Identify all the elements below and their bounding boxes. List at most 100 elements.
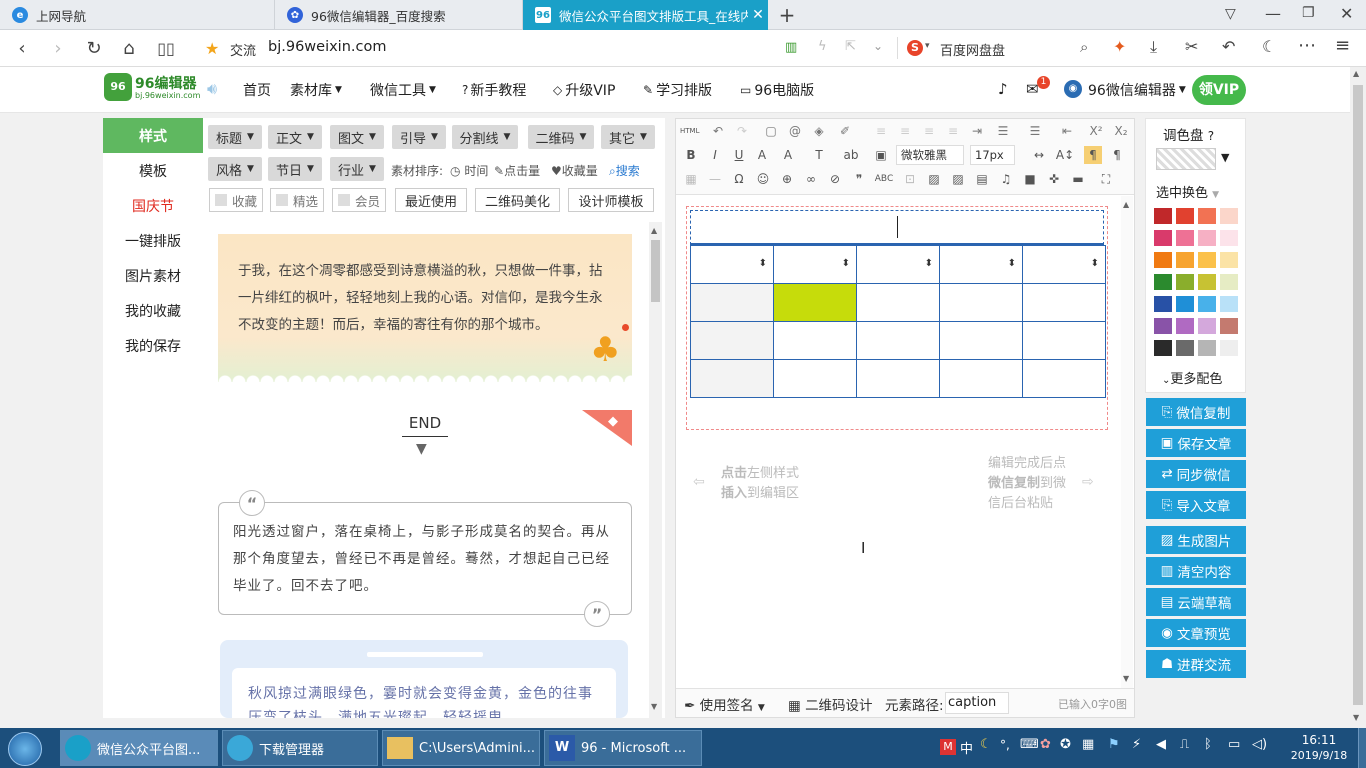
line-height-icon[interactable]: ☰ bbox=[994, 122, 1012, 140]
task-browser[interactable]: 微信公众平台图... bbox=[60, 730, 218, 766]
superscript-icon[interactable]: X² bbox=[1087, 122, 1105, 140]
undo-icon[interactable]: ↶ bbox=[709, 122, 727, 140]
align-left-icon[interactable]: ≡ bbox=[872, 122, 890, 140]
filter-image-text[interactable]: 图文 ▼ bbox=[330, 125, 384, 149]
video-icon[interactable]: ■ bbox=[1021, 170, 1039, 188]
scroll-down-icon[interactable]: ▼ bbox=[1123, 674, 1129, 683]
color-swatch[interactable] bbox=[1154, 230, 1172, 246]
sort-favorites[interactable]: ♥收藏量 bbox=[551, 162, 598, 179]
qr-design-button[interactable]: ▦ 二维码设计 bbox=[788, 694, 873, 714]
task-download-manager[interactable]: 下载管理器 bbox=[222, 730, 378, 766]
color-swatch[interactable] bbox=[1198, 340, 1216, 356]
attachment-icon[interactable]: ▤ bbox=[973, 170, 991, 188]
volume-icon[interactable]: ◀ bbox=[1156, 737, 1166, 752]
check-favorites[interactable]: 收藏 bbox=[209, 188, 263, 212]
eraser-icon[interactable]: ◈ bbox=[810, 122, 828, 140]
sync-wechat-button[interactable]: ⇄ 同步微信 bbox=[1146, 460, 1246, 488]
pin-icon[interactable]: ✜ bbox=[1045, 170, 1063, 188]
leftnav-one-click[interactable]: 一键排版 bbox=[103, 223, 203, 258]
color-swatch[interactable] bbox=[1154, 208, 1172, 224]
cloud-draft-button[interactable]: ▤ 云端草稿 bbox=[1146, 588, 1246, 616]
filter-divider[interactable]: 分割线 ▼ bbox=[452, 125, 518, 149]
generate-image-button[interactable]: ▨ 生成图片 bbox=[1146, 526, 1246, 554]
menu-wechat-tools[interactable]: 微信工具 ▼ bbox=[370, 67, 436, 113]
skin-icon[interactable]: ✿ bbox=[1040, 737, 1051, 752]
menu-learn[interactable]: ✎ 学习排版 bbox=[643, 67, 712, 113]
leftnav-images[interactable]: 图片素材 bbox=[103, 258, 203, 293]
color-picker-swatch[interactable] bbox=[1156, 148, 1216, 170]
tab-navigation[interactable]: e 上网导航 bbox=[0, 0, 275, 30]
table-cell[interactable] bbox=[856, 359, 940, 398]
sort-time[interactable]: ◷ 时间 bbox=[450, 162, 488, 179]
rtl-icon[interactable]: ¶ bbox=[1108, 146, 1126, 164]
menu-home[interactable]: 首页 bbox=[243, 67, 271, 113]
menu-vip[interactable]: ◇ 升级VIP bbox=[553, 67, 615, 113]
bold-icon[interactable]: B bbox=[682, 146, 700, 164]
align-justify-icon[interactable]: ≡ bbox=[944, 122, 962, 140]
search-box[interactable]: 百度网盘盘 bbox=[940, 40, 1005, 59]
reload-icon[interactable]: ↻ bbox=[80, 30, 108, 67]
font-size-select[interactable]: 17px bbox=[970, 145, 1015, 165]
book-icon[interactable]: ▥ bbox=[785, 40, 797, 55]
table-cell-highlighted[interactable] bbox=[773, 283, 857, 322]
html-button[interactable]: HTML bbox=[680, 127, 699, 135]
color-swatch[interactable] bbox=[1176, 230, 1194, 246]
network-icon[interactable]: ⚡ bbox=[1132, 737, 1141, 752]
color-swatch[interactable] bbox=[1176, 208, 1194, 224]
url-field[interactable]: bj.96weixin.com bbox=[268, 39, 386, 55]
color-swatch[interactable] bbox=[1198, 274, 1216, 290]
task-word[interactable]: W 96 - Microsoft ... bbox=[544, 730, 702, 766]
scissors-icon[interactable]: ✂ bbox=[1185, 37, 1198, 56]
filter-festival[interactable]: 节日 ▼ bbox=[268, 157, 322, 181]
bell-icon[interactable]: ♪ bbox=[998, 80, 1008, 98]
tab-96-editor[interactable]: 96 微信公众平台图文排版工具_在线内容 ✕ bbox=[523, 0, 768, 30]
material-card-quote[interactable]: 阳光透过窗户，落在桌椅上，与影子形成莫名的契合。再从那个角度望去，曾经已不再是曾… bbox=[218, 502, 632, 615]
table-cell[interactable] bbox=[939, 283, 1023, 322]
menu-materials[interactable]: 素材库 ▼ bbox=[290, 67, 342, 113]
vip-badge[interactable]: 领VIP bbox=[1192, 75, 1246, 105]
color-swatch[interactable] bbox=[1220, 274, 1238, 290]
save-article-button[interactable]: ▣ 保存文章 bbox=[1146, 429, 1246, 457]
table-cell[interactable] bbox=[773, 359, 857, 398]
ime-mode[interactable]: 中 bbox=[960, 738, 973, 757]
scroll-thumb[interactable] bbox=[1353, 85, 1363, 705]
end-label[interactable]: END bbox=[400, 414, 450, 432]
color-swatch[interactable] bbox=[1220, 318, 1238, 334]
table-cell[interactable] bbox=[1022, 283, 1106, 322]
find-icon[interactable]: ⊕ bbox=[778, 170, 796, 188]
table-cell[interactable] bbox=[1022, 321, 1106, 360]
color-swatch[interactable] bbox=[1154, 252, 1172, 268]
table-cell[interactable] bbox=[1022, 359, 1106, 398]
quote-icon[interactable]: ❞ bbox=[850, 170, 868, 188]
brush-icon[interactable]: ✐ bbox=[836, 122, 854, 140]
reading-icon[interactable]: ▯▯ bbox=[152, 30, 180, 67]
new-doc-icon[interactable]: ▢ bbox=[762, 122, 780, 140]
color-swatch[interactable] bbox=[1176, 318, 1194, 334]
color-swatch[interactable] bbox=[1198, 318, 1216, 334]
align-right-icon[interactable]: ≡ bbox=[920, 122, 938, 140]
import-article-button[interactable]: ⎘ 导入文章 bbox=[1146, 491, 1246, 519]
color-swatch[interactable] bbox=[1220, 230, 1238, 246]
tab-baidu-search[interactable]: ✿ 96微信编辑器_百度搜索 bbox=[275, 0, 523, 30]
color-swatch[interactable] bbox=[1154, 274, 1172, 290]
game-icon[interactable]: ✦ bbox=[1113, 37, 1126, 56]
template-icon[interactable]: ▬ bbox=[1069, 170, 1087, 188]
more-colors-link[interactable]: ⌄更多配色 bbox=[1162, 368, 1222, 387]
materials-scrollbar[interactable]: ▲ ▼ bbox=[649, 222, 662, 718]
music-icon[interactable]: ♫ bbox=[997, 170, 1015, 188]
color-swatch[interactable] bbox=[1198, 230, 1216, 246]
star-icon[interactable]: ★ bbox=[205, 39, 219, 58]
leftnav-templates[interactable]: 模板 bbox=[103, 153, 203, 188]
leftnav-saved[interactable]: 我的保存 bbox=[103, 328, 203, 363]
table-cell[interactable] bbox=[690, 359, 774, 398]
table-cell[interactable] bbox=[773, 321, 857, 360]
leftnav-favorites[interactable]: 我的收藏 bbox=[103, 293, 203, 328]
signature-button[interactable]: ✒ 使用签名 ▼ bbox=[684, 694, 765, 714]
text-indent-icon[interactable]: A↕ bbox=[1056, 146, 1074, 164]
table-cell[interactable] bbox=[939, 321, 1023, 360]
scroll-thumb[interactable] bbox=[651, 240, 660, 302]
menu-icon[interactable]: ≡ bbox=[1335, 35, 1350, 56]
input-method-icon[interactable]: M bbox=[940, 739, 956, 755]
help-icon[interactable]: ? bbox=[1208, 129, 1214, 143]
picture-icon[interactable]: ▨ bbox=[925, 170, 943, 188]
